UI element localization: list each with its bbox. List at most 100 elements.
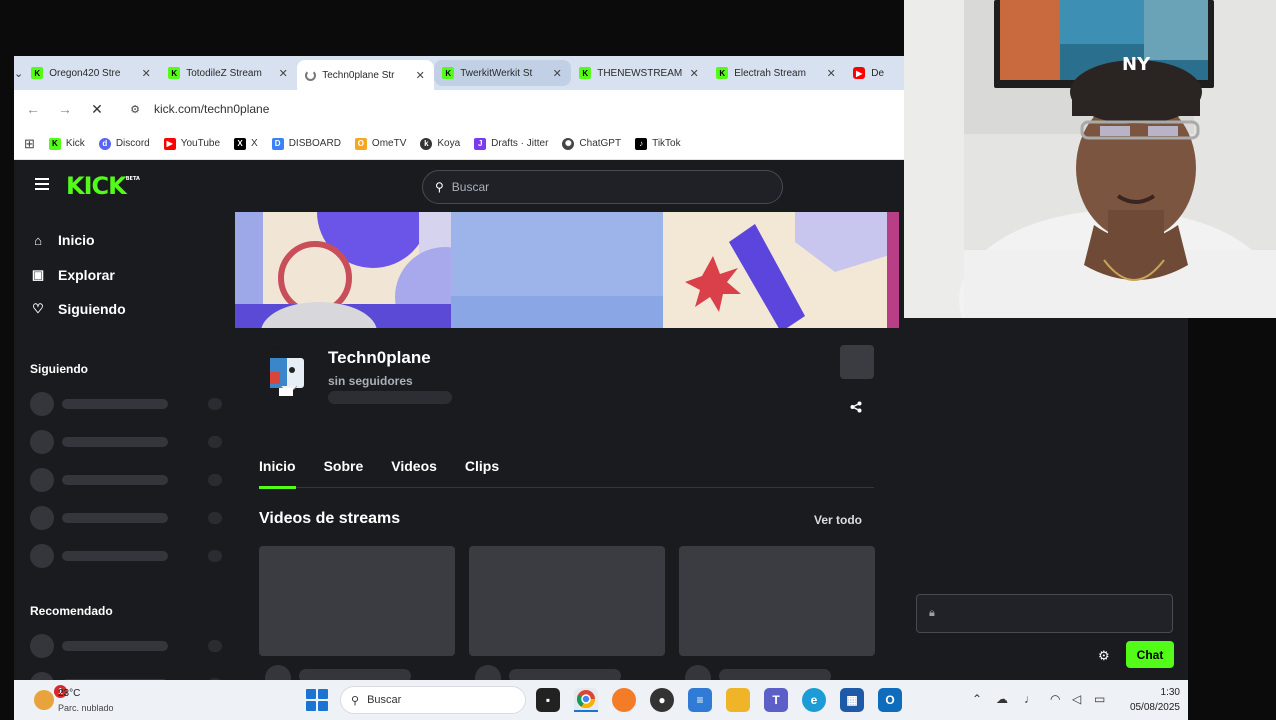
tab-oregon420[interactable]: K Oregon420 Stre ✕ xyxy=(23,60,160,86)
taskbar-search-placeholder: Buscar xyxy=(367,694,402,706)
stop-loading-icon[interactable]: ✕ xyxy=(86,98,108,120)
search-icon: ⚲ xyxy=(351,694,360,707)
back-arrow-icon[interactable]: ← xyxy=(22,98,44,120)
follow-button-placeholder[interactable] xyxy=(840,345,874,379)
tab-sobre[interactable]: Sobre xyxy=(324,450,364,488)
sidebar-item-label: Inicio xyxy=(58,232,95,248)
sidebar-item-siguiendo[interactable]: ♡ Siguiendo xyxy=(30,301,126,317)
loading-spinner-icon xyxy=(305,69,317,81)
wifi-icon[interactable]: ◠ xyxy=(1050,692,1060,706)
bookmark-koya[interactable]: k Koya xyxy=(420,137,460,150)
bookmark-discord[interactable]: d Discord xyxy=(98,137,150,150)
taskbar-search-input[interactable]: ⚲ Buscar xyxy=(340,686,526,714)
tab-strip: ⌄ K Oregon420 Stre ✕ K TotodileZ Stream … xyxy=(14,56,904,90)
screen: ⌄ K Oregon420 Stre ✕ K TotodileZ Stream … xyxy=(0,0,1276,720)
sidebar-item-inicio[interactable]: ⌂ Inicio xyxy=(30,232,95,248)
bookmark-tiktok[interactable]: ♪ TikTok xyxy=(635,137,681,150)
kick-logo[interactable]: KICKBETA xyxy=(66,172,140,200)
see-all-link[interactable]: Ver todo xyxy=(814,513,862,527)
bookmark-label: ChatGPT xyxy=(579,138,622,149)
channel-banner xyxy=(235,212,899,328)
sidebar-item-label: Siguiendo xyxy=(58,301,126,317)
chat-send-button[interactable]: Chat xyxy=(1126,641,1174,668)
close-tab-icon[interactable]: ✕ xyxy=(414,69,426,82)
tray-chevron-up-icon[interactable]: ⌃ xyxy=(972,692,982,706)
tab-clips[interactable]: Clips xyxy=(465,450,499,488)
videos-section-title: Videos de streams xyxy=(259,510,401,527)
url-text[interactable]: kick.com/techn0plane xyxy=(154,102,269,116)
video-card-placeholder[interactable] xyxy=(259,546,455,656)
sidebar-item-label: Explorar xyxy=(58,267,115,283)
store-icon[interactable]: ▦ xyxy=(840,688,864,712)
bookmark-kick[interactable]: K Kick xyxy=(48,137,85,150)
microphone-icon[interactable]: ♩ xyxy=(1024,692,1036,706)
bookmark-disboard[interactable]: D DISBOARD xyxy=(271,137,341,150)
edge-icon[interactable]: e xyxy=(802,688,826,712)
file-explorer-icon[interactable] xyxy=(726,688,750,712)
bookmark-label: DISBOARD xyxy=(288,138,341,149)
tab-title: De xyxy=(871,67,885,79)
bookmark-label: OmeTV xyxy=(371,138,407,149)
following-skeleton-row xyxy=(30,392,222,416)
video-card-placeholder[interactable] xyxy=(679,546,875,656)
weather-widget[interactable]: 1 23°C Parc. nublado xyxy=(28,684,138,716)
sidebar: ⌂ Inicio ▣ Explorar ♡ Siguiendo Siguiend… xyxy=(14,212,234,680)
address-bar[interactable]: ⚙ kick.com/techn0plane xyxy=(118,94,888,124)
tab-twerkitwerkit[interactable]: K TwerkitWerkit St ✕ xyxy=(434,60,572,86)
video-card-placeholder[interactable] xyxy=(469,546,665,656)
lock-icon: 🔒︎ xyxy=(929,607,935,619)
tab-search-chevron-icon[interactable]: ⌄ xyxy=(14,56,23,90)
firefox-icon[interactable] xyxy=(612,688,636,712)
clock-time: 1:30 xyxy=(1160,687,1180,698)
volume-icon[interactable]: ◁ xyxy=(1072,692,1081,706)
site-info-icon[interactable]: ⚙ xyxy=(126,100,144,118)
menu-hamburger-icon[interactable] xyxy=(35,178,49,190)
close-tab-icon[interactable]: ✕ xyxy=(551,67,563,80)
tab-videos[interactable]: Videos xyxy=(391,450,437,488)
following-skeleton-row xyxy=(30,468,222,492)
forward-arrow-icon[interactable]: → xyxy=(54,98,76,120)
bookmark-ometv[interactable]: O OmeTV xyxy=(354,137,407,150)
channel-avatar[interactable] xyxy=(259,346,315,402)
battery-icon[interactable]: ▭ xyxy=(1094,692,1105,706)
tab-inicio[interactable]: Inicio xyxy=(259,450,296,489)
onedrive-icon[interactable]: ☁ xyxy=(996,692,1008,706)
chat-input[interactable]: 🔒︎ xyxy=(916,594,1173,633)
tab-totodilez[interactable]: K TotodileZ Stream ✕ xyxy=(160,60,297,86)
chrome-icon[interactable] xyxy=(574,688,598,712)
video-meta-skeleton xyxy=(259,665,455,680)
youtube-icon: ▶ xyxy=(853,67,866,79)
chat-panel: 🔒︎ ⚙ Chat xyxy=(904,318,1188,680)
chat-settings-gear-icon[interactable]: ⚙ xyxy=(1098,648,1110,664)
search-input[interactable]: ⚲ Buscar xyxy=(422,170,783,204)
close-tab-icon[interactable]: ✕ xyxy=(825,67,837,80)
bookmark-x[interactable]: XX xyxy=(234,137,258,150)
ometv-icon: O xyxy=(354,137,367,150)
bookmark-jitter[interactable]: J Drafts · Jitter xyxy=(474,137,548,150)
system-clock[interactable]: 1:30 05/08/2025 xyxy=(1120,685,1180,715)
tab-thenewstream[interactable]: K THENEWSTREAM ✕ xyxy=(571,60,708,86)
bookmark-youtube[interactable]: ▶ YouTube xyxy=(163,137,220,150)
webcam-feed-image: NY xyxy=(904,0,1276,318)
close-tab-icon[interactable]: ✕ xyxy=(688,67,700,80)
notepad-icon[interactable]: ≡ xyxy=(688,688,712,712)
outlook-icon[interactable]: O xyxy=(878,688,902,712)
bookmark-chatgpt[interactable]: ✺ ChatGPT xyxy=(562,137,622,150)
tab-techn0plane[interactable]: Techn0plane Str ✕ xyxy=(297,60,435,90)
task-view-icon[interactable]: ▪ xyxy=(536,688,560,712)
tab-electrah[interactable]: K Electrah Stream ✕ xyxy=(708,60,845,86)
following-skeleton-row xyxy=(30,544,222,568)
close-tab-icon[interactable]: ✕ xyxy=(277,67,289,80)
windows-start-icon[interactable] xyxy=(306,689,328,711)
teams-icon[interactable]: T xyxy=(764,688,788,712)
share-icon[interactable] xyxy=(848,399,864,415)
sidebar-item-explorar[interactable]: ▣ Explorar xyxy=(30,267,115,283)
apps-grid-icon[interactable]: ⊞ xyxy=(24,136,35,152)
close-tab-icon[interactable]: ✕ xyxy=(140,67,152,80)
search-icon: ⚲ xyxy=(435,180,444,194)
kick-page: KICKBETA ⚲ Buscar ⌂ Inicio ▣ Explorar ♡ … xyxy=(14,160,904,680)
browser-toolbar: ← → ✕ ⚙ kick.com/techn0plane xyxy=(14,90,904,128)
tab-youtube[interactable]: ▶ De xyxy=(845,60,904,86)
webcam-overlay: NY xyxy=(904,0,1276,318)
obs-icon[interactable]: ● xyxy=(650,688,674,712)
